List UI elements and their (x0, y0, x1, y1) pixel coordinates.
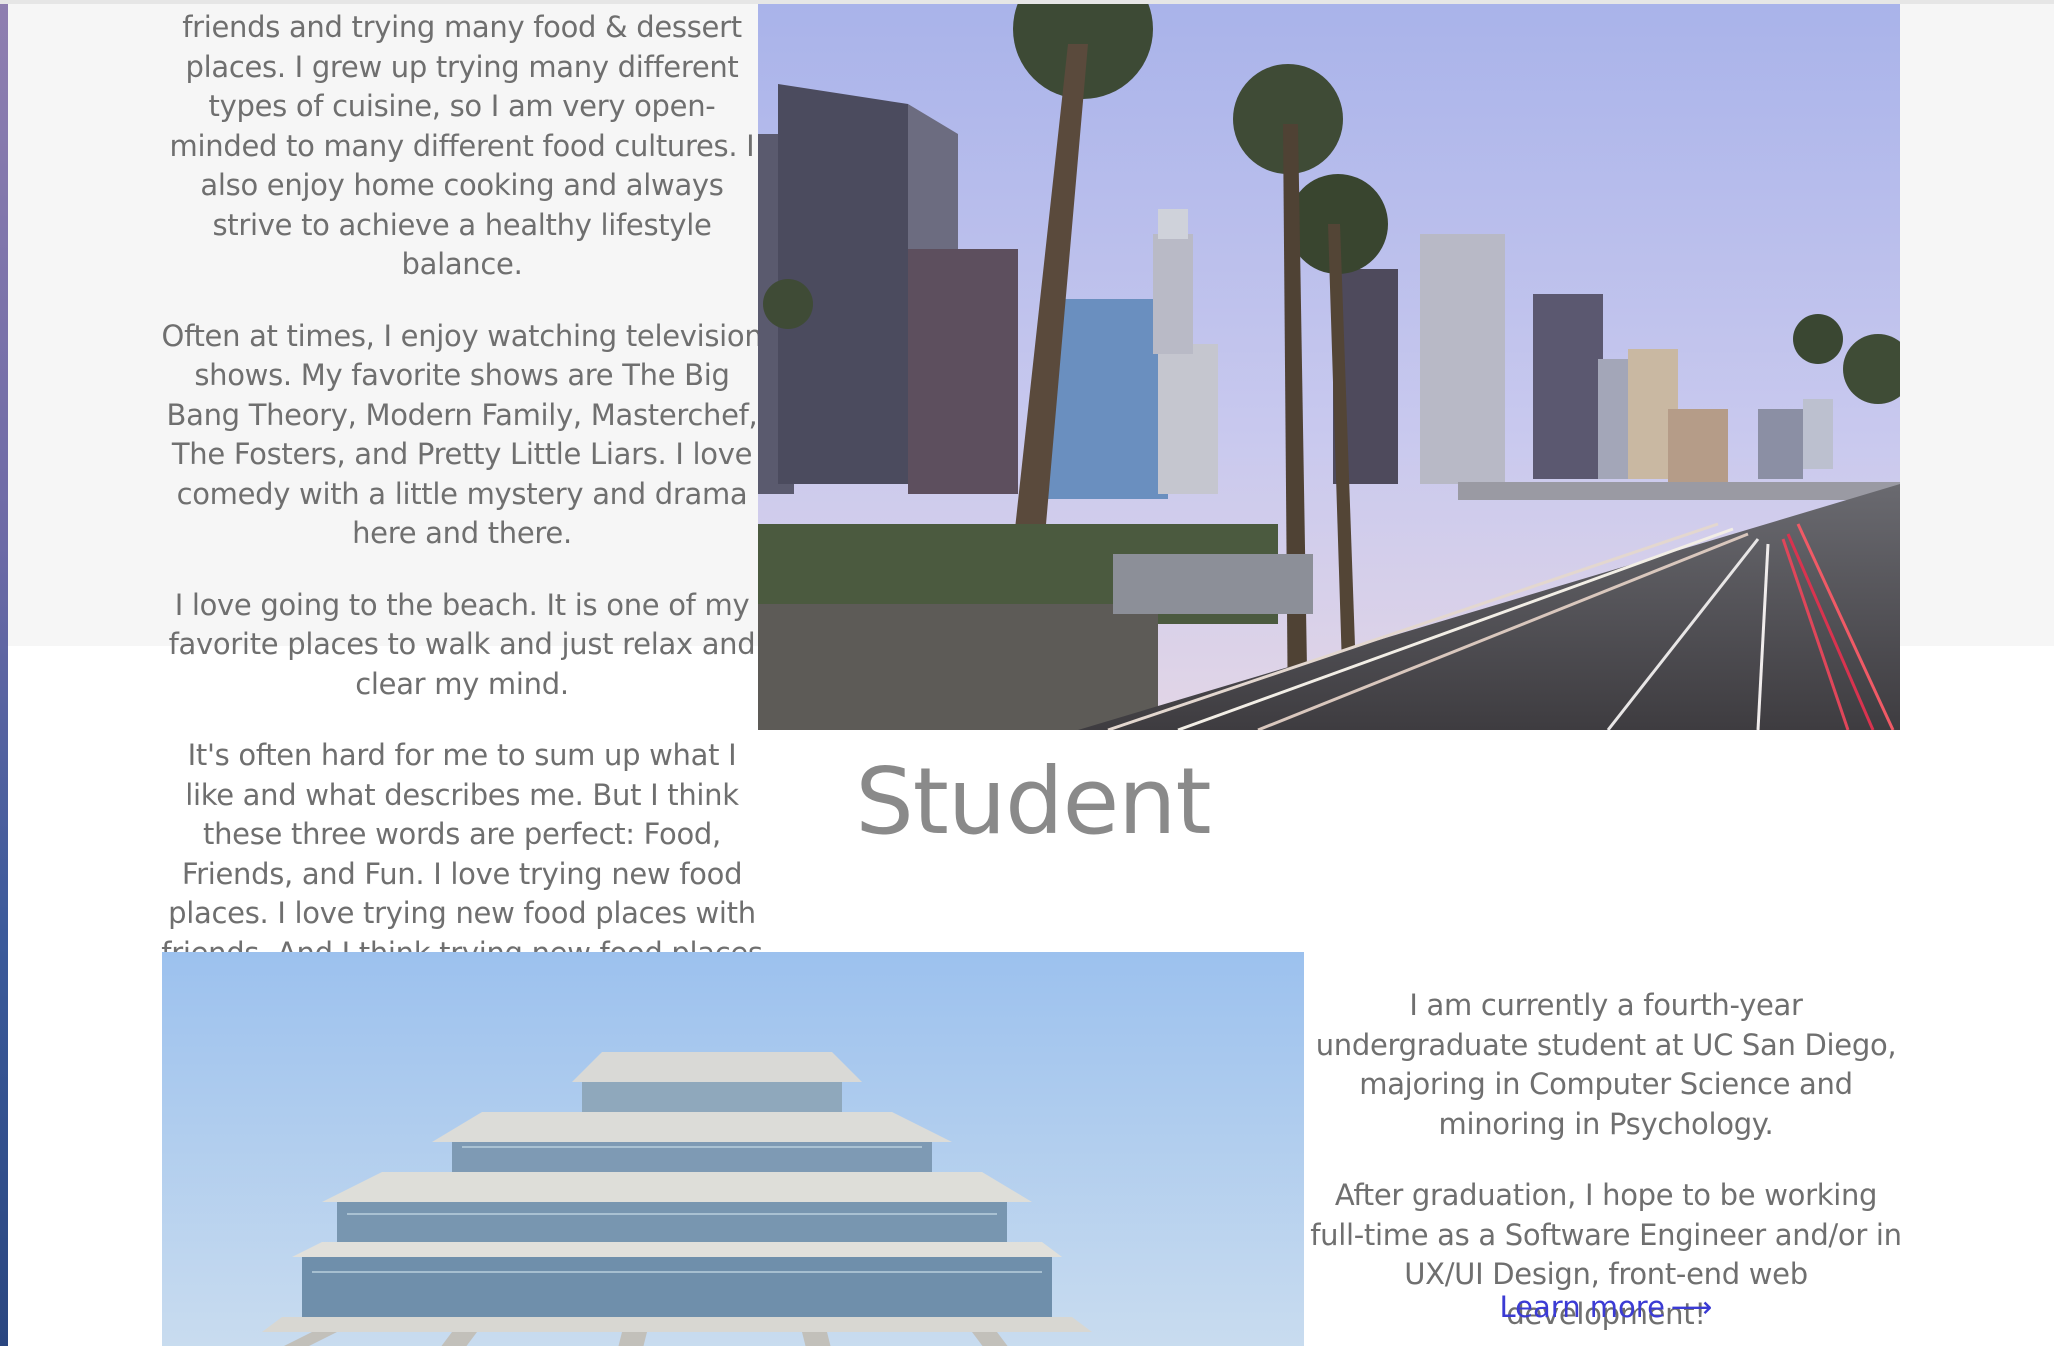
learn-more-label: Learn more (1499, 1290, 1665, 1324)
los-angeles-skyline-photo (758, 4, 1900, 730)
about-text-column: friends and trying many food & dessert p… (161, 8, 763, 1045)
arrow-right-icon: ⟶ (1670, 1290, 1713, 1324)
student-heading: Student (855, 748, 1211, 855)
student-paragraph-school: I am currently a fourth-year undergradua… (1315, 988, 1897, 1141)
about-paragraph-food: friends and trying many food & dessert p… (169, 10, 755, 281)
browser-viewport: friends and trying many food & dessert p… (8, 4, 2054, 1346)
about-paragraph-beach: I love going to the beach. It is one of … (168, 587, 756, 701)
geisel-library-photo (162, 952, 1304, 1346)
about-paragraph-tv: Often at times, I enjoy watching televis… (161, 318, 763, 551)
learn-more-link[interactable]: Learn more ⟶ (1304, 1290, 1908, 1324)
